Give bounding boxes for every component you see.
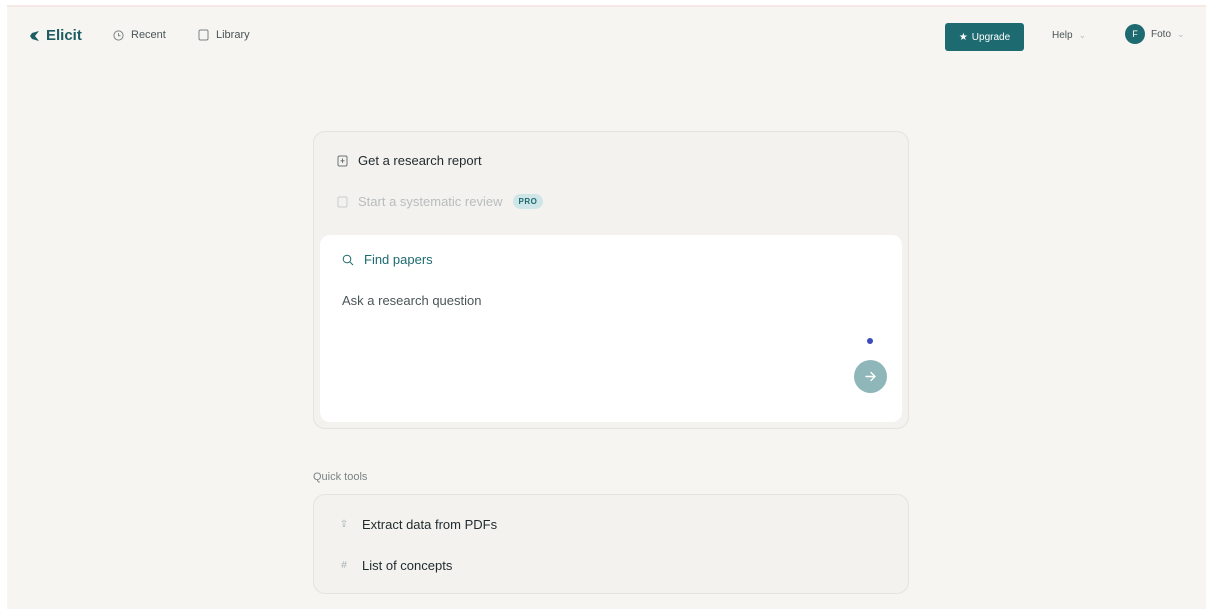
star-icon: ★ — [958, 31, 968, 43]
search-panel: Find papers — [320, 235, 902, 422]
search-icon — [342, 254, 354, 265]
user-name: Foto — [1151, 28, 1172, 40]
find-papers-label: Find papers — [364, 252, 433, 267]
research-question-input[interactable] — [342, 293, 822, 308]
brand-name: Elicit — [46, 27, 82, 44]
find-papers-tab[interactable]: Find papers — [342, 252, 433, 267]
library-icon — [198, 29, 209, 41]
nav-library-label: Library — [216, 29, 250, 41]
quick-tools-title: Quick tools — [313, 471, 368, 483]
tool-extract-data[interactable]: ⇪ Extract data from PDFs — [338, 517, 497, 532]
report-icon — [337, 155, 348, 166]
top-nav: Elicit Recent Library ★ Upgrade Help ⌄ F… — [7, 7, 1206, 67]
option-label: Start a systematic review — [358, 194, 503, 209]
option-systematic-review[interactable]: Start a systematic review PRO — [337, 194, 544, 209]
help-label: Help — [1052, 30, 1073, 41]
nav-recent[interactable]: Recent — [113, 29, 166, 41]
status-dot — [867, 338, 873, 344]
quick-tools-card: ⇪ Extract data from PDFs # List of conce… — [313, 494, 909, 594]
app-frame: Elicit Recent Library ★ Upgrade Help ⌄ F… — [7, 5, 1206, 609]
arrow-right-icon — [865, 371, 876, 382]
nav-recent-label: Recent — [131, 29, 166, 41]
option-label: Get a research report — [358, 153, 482, 168]
research-card: Get a research report Start a systematic… — [313, 131, 909, 429]
brand-logo[interactable]: Elicit — [29, 27, 82, 44]
upgrade-label: Upgrade — [971, 31, 1011, 43]
tool-label: Extract data from PDFs — [362, 517, 498, 532]
account-menu[interactable]: F Foto ⌄ — [1125, 24, 1185, 44]
upload-icon: ⇪ — [339, 519, 349, 530]
document-icon — [337, 196, 348, 207]
option-research-report[interactable]: Get a research report — [337, 153, 482, 168]
tool-label: List of concepts — [362, 558, 453, 573]
elicit-logo-icon — [30, 30, 39, 41]
nav-library[interactable]: Library — [198, 29, 250, 41]
tool-list-of-concepts[interactable]: # List of concepts — [338, 558, 452, 573]
chevron-down-icon: ⌄ — [1177, 28, 1185, 39]
submit-button[interactable] — [854, 360, 887, 393]
pro-badge: PRO — [512, 194, 544, 209]
avatar: F — [1125, 24, 1145, 44]
clock-icon — [113, 29, 124, 41]
hash-icon: # — [341, 560, 347, 571]
chevron-down-icon: ⌄ — [1078, 30, 1087, 40]
upgrade-button[interactable]: ★ Upgrade — [945, 23, 1024, 51]
help-menu[interactable]: Help ⌄ — [1052, 30, 1086, 41]
